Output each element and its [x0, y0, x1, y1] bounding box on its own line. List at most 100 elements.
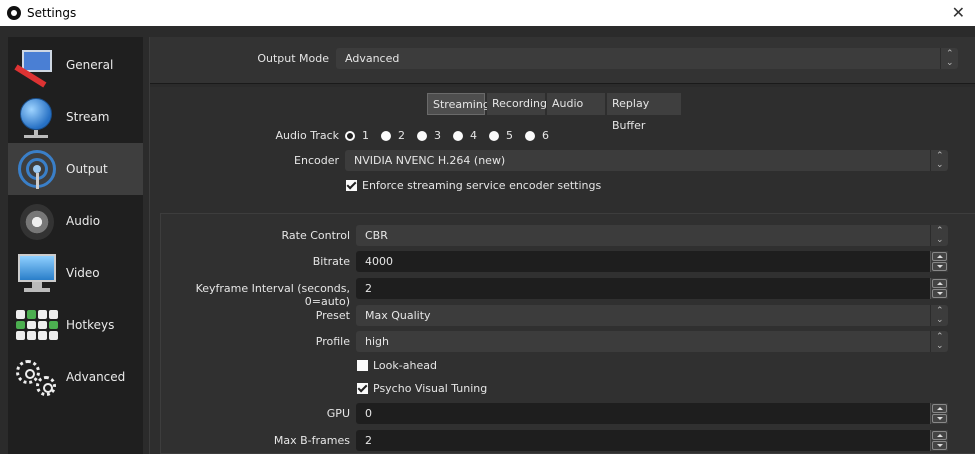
window-title: Settings	[27, 6, 77, 20]
checkbox-checked-icon	[346, 180, 357, 191]
enforce-encoder-settings-label: Enforce streaming service encoder settin…	[362, 179, 602, 192]
spin-up-icon[interactable]	[932, 431, 947, 440]
spin-arrows	[930, 251, 948, 272]
audio-track-radio-4[interactable]: 4	[453, 129, 477, 142]
output-tab-content: Streaming Recording Audio Replay Buffer …	[150, 87, 975, 454]
audio-track-label: Audio Track	[275, 129, 339, 142]
tab-streaming[interactable]: Streaming	[427, 93, 490, 115]
audio-track-radio-6[interactable]: 6	[525, 129, 549, 142]
sidebar-item-label: General	[66, 58, 114, 72]
rate-control-select[interactable]: CBR	[356, 221, 948, 251]
output-mode-label: Output Mode	[257, 52, 329, 65]
tab-recording[interactable]: Recording	[487, 93, 547, 115]
profile-select[interactable]: high	[356, 327, 948, 357]
close-icon[interactable]: ✕	[952, 3, 965, 22]
radio-icon	[417, 130, 427, 141]
checkbox-unchecked-icon	[357, 360, 368, 371]
radio-label: 6	[542, 129, 549, 142]
look-ahead-checkbox[interactable]: Look-ahead	[357, 359, 437, 372]
spin-down-icon[interactable]	[932, 262, 947, 271]
bitrate-spinbox[interactable]: 4000	[356, 251, 948, 272]
rate-control-label: Rate Control	[281, 229, 350, 242]
radio-selected-icon	[345, 130, 355, 141]
radio-icon	[381, 130, 391, 141]
sidebar-item-advanced[interactable]: Advanced	[8, 351, 143, 403]
audio-track-radio-2[interactable]: 2	[381, 129, 405, 142]
psycho-visual-tuning-checkbox[interactable]: Psycho Visual Tuning	[357, 382, 487, 395]
checkbox-checked-icon	[357, 383, 368, 394]
chevron-updown-icon	[930, 327, 948, 357]
max-b-frames-spinbox[interactable]: 2	[356, 430, 948, 451]
profile-label: Profile	[315, 335, 350, 348]
gpu-spinbox[interactable]: 0	[356, 403, 948, 424]
spin-arrows	[930, 403, 948, 424]
radio-icon	[525, 130, 535, 141]
sidebar-item-video[interactable]: Video	[8, 247, 143, 299]
chevron-updown-icon	[930, 301, 948, 331]
output-mode-value: Advanced	[345, 52, 400, 65]
radio-icon	[453, 130, 463, 141]
chevron-updown-icon	[930, 221, 948, 251]
max-b-frames-value: 2	[365, 434, 372, 447]
spin-down-icon[interactable]	[932, 289, 947, 298]
globe-icon	[12, 94, 60, 140]
keyboard-icon	[12, 302, 60, 348]
profile-value: high	[365, 335, 389, 348]
keyframe-interval-spinbox[interactable]: 2	[356, 278, 948, 299]
output-mode-select[interactable]: Advanced	[336, 44, 958, 74]
tab-replay-buffer[interactable]: Replay Buffer	[607, 93, 681, 132]
sidebar-item-label: Stream	[66, 110, 110, 124]
gpu-label: GPU	[326, 407, 350, 420]
sidebar-item-stream[interactable]: Stream	[8, 91, 143, 143]
sidebar-item-label: Hotkeys	[66, 318, 115, 332]
monitor-pen-icon	[12, 42, 60, 88]
spin-arrows	[930, 278, 948, 299]
sidebar-item-label: Output	[66, 162, 108, 176]
preset-select[interactable]: Max Quality	[356, 301, 948, 331]
sidebar-item-label: Advanced	[66, 370, 126, 384]
radio-label: 5	[506, 129, 513, 142]
broadcast-icon	[12, 146, 60, 192]
settings-sidebar: General Stream Output Audio Video Hotkey…	[8, 37, 143, 454]
preset-value: Max Quality	[365, 309, 431, 322]
audio-track-radio-5[interactable]: 5	[489, 129, 513, 142]
enforce-encoder-settings-checkbox[interactable]: Enforce streaming service encoder settin…	[346, 179, 601, 192]
gpu-value: 0	[365, 407, 372, 420]
spin-down-icon[interactable]	[932, 414, 947, 423]
sidebar-item-hotkeys[interactable]: Hotkeys	[8, 299, 143, 351]
radio-label: 4	[470, 129, 477, 142]
encoder-label: Encoder	[294, 154, 339, 167]
sidebar-item-label: Video	[66, 266, 100, 280]
chevron-updown-icon	[930, 146, 948, 176]
output-mode-row: Output Mode Advanced	[150, 37, 975, 84]
tab-audio[interactable]: Audio	[547, 93, 605, 115]
radio-icon	[489, 130, 499, 141]
psycho-visual-tuning-label: Psycho Visual Tuning	[373, 382, 488, 395]
spin-up-icon[interactable]	[932, 404, 947, 413]
audio-track-radio-group: 1 2 3 4 5 6	[345, 129, 561, 142]
rate-control-value: CBR	[365, 229, 388, 242]
spin-arrows	[930, 430, 948, 451]
keyframe-interval-label: Keyframe Interval (seconds, 0=auto)	[195, 282, 350, 308]
sidebar-item-output[interactable]: Output	[8, 143, 143, 195]
spin-down-icon[interactable]	[932, 441, 947, 450]
output-settings-panel: Output Mode Advanced Streaming Recording…	[149, 37, 975, 454]
speaker-icon	[12, 198, 60, 244]
max-b-frames-label: Max B-frames	[273, 434, 350, 447]
bitrate-value: 4000	[365, 255, 393, 268]
radio-label: 1	[362, 129, 369, 142]
look-ahead-label: Look-ahead	[373, 359, 437, 372]
sidebar-item-audio[interactable]: Audio	[8, 195, 143, 247]
output-tabs: Streaming Recording Audio Replay Buffer	[427, 93, 683, 132]
spin-up-icon[interactable]	[932, 279, 947, 288]
audio-track-radio-1[interactable]: 1	[345, 129, 369, 142]
radio-label: 3	[434, 129, 441, 142]
sidebar-item-label: Audio	[66, 214, 101, 228]
encoder-settings-group: Rate Control CBR Bitrate 4000 Keyframe I…	[160, 213, 975, 454]
sidebar-item-general[interactable]: General	[8, 39, 143, 91]
gears-icon	[12, 354, 60, 400]
audio-track-radio-3[interactable]: 3	[417, 129, 441, 142]
spin-up-icon[interactable]	[932, 252, 947, 261]
encoder-select[interactable]: NVIDIA NVENC H.264 (new)	[345, 146, 948, 176]
chevron-updown-icon	[940, 44, 958, 74]
